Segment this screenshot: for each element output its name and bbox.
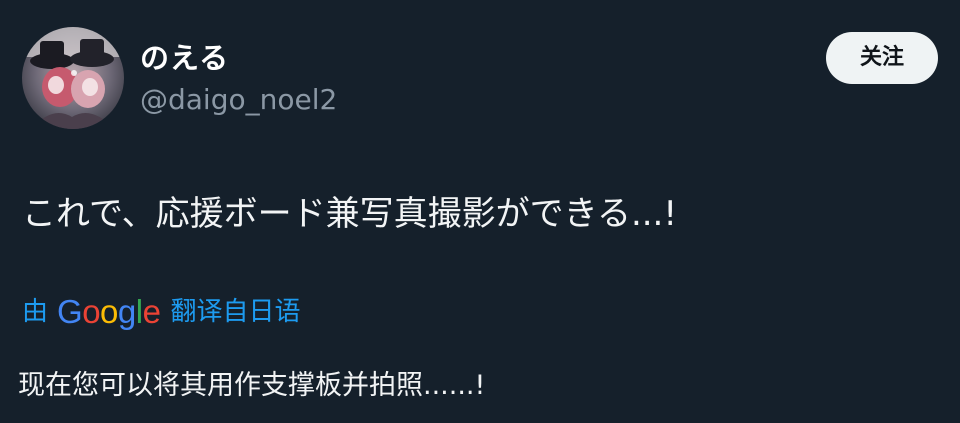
tweet-header: のえる @daigo_noel2 关注 [22,27,938,131]
translation-source-label: 翻译自日语 [170,297,301,327]
tweet-text: これで、応援ボード兼写真撮影ができる...! [22,194,677,234]
translation-attribution[interactable]: 由 Google 翻译自日语 [22,290,300,334]
avatar[interactable] [22,27,124,129]
google-logo: Google [57,293,161,330]
user-handle[interactable]: @daigo_noel2 [140,82,337,118]
follow-button[interactable]: 关注 [826,32,938,84]
avatar-image [22,27,124,129]
display-name[interactable]: のえる [140,40,229,76]
translation-prefix: 由 [22,297,49,327]
translated-text: 现在您可以将其用作支撑板并拍照......! [18,370,486,401]
